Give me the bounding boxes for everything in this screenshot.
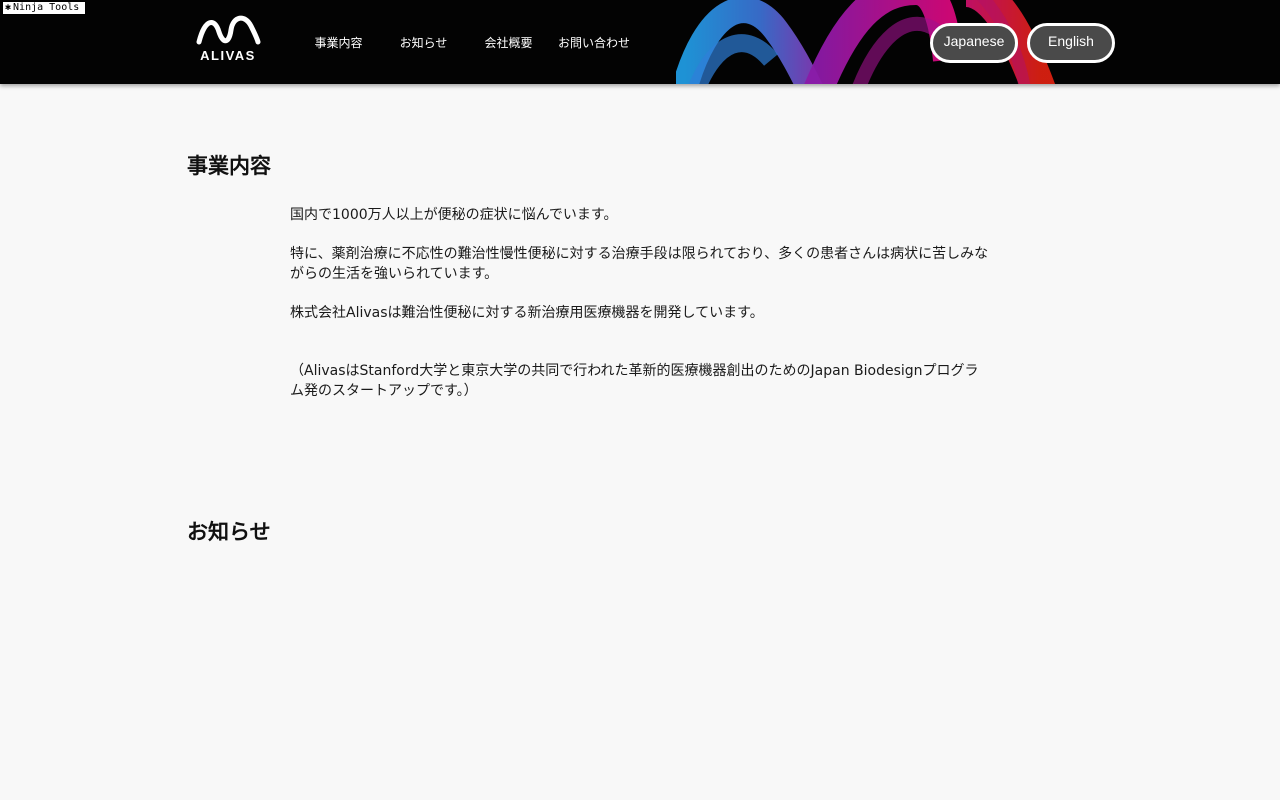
nav-item-business[interactable]: 事業内容 [296,34,381,51]
language-english-button[interactable]: English [1027,23,1115,63]
business-section-title: 事業内容 [187,154,271,178]
business-paragraph: （AlivasはStanford大学と東京大学の共同で行われた革新的医療機器創出… [290,363,979,399]
news-section-title: お知らせ [187,520,271,544]
alivas-logo[interactable]: ALIVAS [193,12,263,66]
business-paragraph: 国内で1000万人以上が便秘の症状に悩んでいます。 [290,207,618,223]
ninja-tools-label: Ninja Tools [13,2,80,13]
language-japanese-button[interactable]: Japanese [930,23,1018,63]
ninja-tools-badge[interactable]: ✱ Ninja Tools [2,1,86,15]
nav-item-news[interactable]: お知らせ [381,34,466,51]
nav-item-company[interactable]: 会社概要 [466,34,551,51]
nav-item-contact[interactable]: お問い合わせ [551,34,637,51]
ninja-star-icon: ✱ [5,2,12,13]
business-paragraph: 特に、薬剤治療に不応性の難治性慢性便秘に対する治療手段は限られており、多くの患者… [290,246,989,282]
business-paragraph: 株式会社Alivasは難治性便秘に対する新治療用医療機器を開発しています。 [290,305,764,321]
alivas-wave-logo-icon [196,15,261,45]
site-header: ALIVAS 事業内容 お知らせ 会社概要 お問い合わせ Japanese En… [0,0,1280,84]
logo-text: ALIVAS [200,48,256,63]
main-nav: 事業内容 お知らせ 会社概要 お問い合わせ [296,0,637,84]
business-description: 国内で1000万人以上が便秘の症状に悩んでいます。 特に、薬剤治療に不応性の難治… [290,205,990,420]
